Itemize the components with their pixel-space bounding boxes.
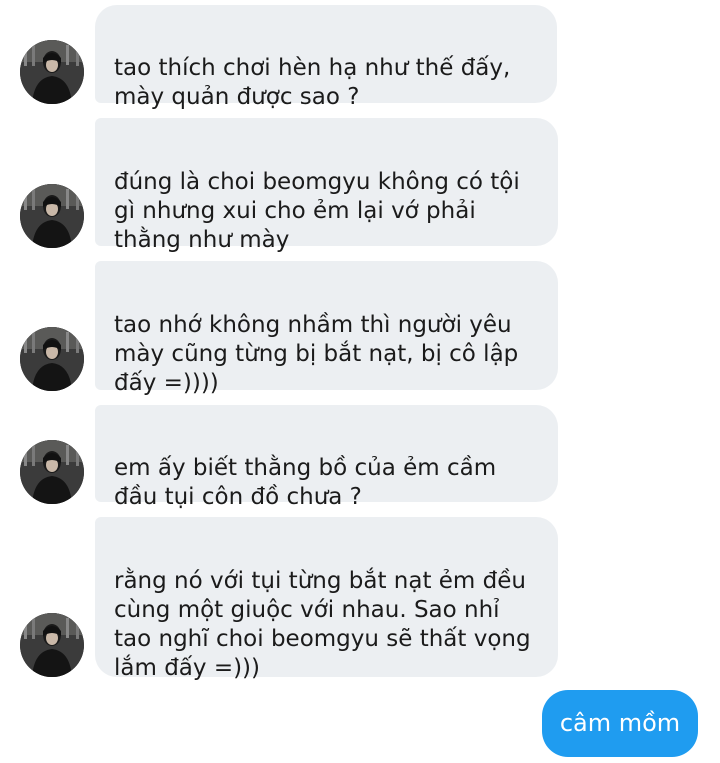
message-text: em ấy biết thằng bồ của ẻm cầm đầu tụi c… [114,455,497,510]
outgoing-message-text: câm mồm [559,709,681,737]
message-text: đúng là choi beomgyu không có tội gì như… [114,169,520,253]
avatar-icon[interactable] [20,184,84,248]
message-text: rằng nó với tụi từng bắt nạt ẻm đều cùng… [114,568,531,681]
avatar-icon[interactable] [20,440,84,504]
message-bubble[interactable]: rằng nó với tụi từng bắt nạt ẻm đều cùng… [95,517,558,681]
avatar-icon[interactable] [20,613,84,677]
avatar-icon[interactable] [20,40,84,104]
chat-thread: tao thích chơi hèn hạ như thế đấy, mày q… [0,0,720,763]
message-bubble[interactable]: tao nhớ không nhầm thì người yêu mày cũn… [95,261,558,396]
outgoing-message-bubble[interactable]: câm mồm [542,690,698,757]
message-text: tao thích chơi hèn hạ như thế đấy, mày q… [114,55,511,110]
avatar-icon[interactable] [20,327,84,391]
message-bubble[interactable]: tao thích chơi hèn hạ như thế đấy, mày q… [95,5,557,110]
message-bubble[interactable]: em ấy biết thằng bồ của ẻm cầm đầu tụi c… [95,405,558,510]
message-bubble[interactable]: đúng là choi beomgyu không có tội gì như… [95,118,558,253]
message-text: tao nhớ không nhầm thì người yêu mày cũn… [114,312,519,396]
